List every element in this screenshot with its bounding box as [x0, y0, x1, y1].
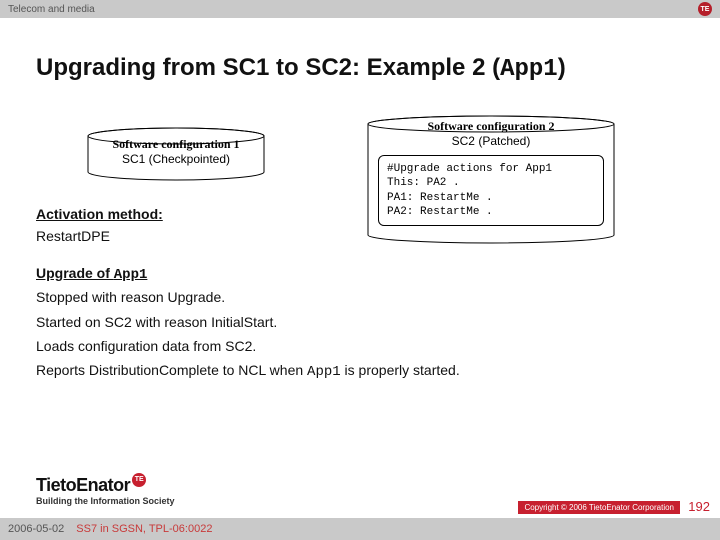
title-prefix: Upgrading from SC1 to SC2: Example 2 ( — [36, 54, 500, 81]
cyl2-heading: Software configuration 2 — [366, 119, 616, 134]
l4-app: App1 — [307, 364, 341, 380]
body-text-2: Upgrade of App1 Stopped with reason Upgr… — [36, 262, 684, 384]
brand-badge-icon: TE — [698, 2, 712, 16]
cylinder-sc1: Software configuration 1 SC1 (Checkpoint… — [86, 127, 266, 181]
diagrams-area: Software configuration 1 SC1 (Checkpoint… — [36, 109, 684, 259]
top-bar: Telecom and media TE — [0, 0, 720, 18]
bottom-bar: 2006-05-02 SS7 in SGSN, TPL-06:0022 — [0, 518, 720, 540]
copyright-badge: Copyright © 2006 TietoEnator Corporation — [518, 501, 680, 514]
cyl2-label: Software configuration 2 SC2 (Patched) — [366, 119, 616, 149]
page-number: 192 — [688, 499, 710, 514]
title-suffix: ) — [558, 54, 566, 81]
cyl1-heading: Software configuration 1 — [86, 137, 266, 152]
brand-dot-icon: TE — [132, 473, 146, 487]
l4-post: is properly started. — [341, 362, 460, 378]
slide-content: Upgrading from SC1 to SC2: Example 2 (Ap… — [0, 18, 720, 384]
brand-tagline: Building the Information Society — [36, 496, 175, 506]
line-3: Loads configuration data from SC2. — [36, 335, 684, 357]
line-2: Started on SC2 with reason InitialStart. — [36, 311, 684, 333]
brand-name: TietoEnator — [36, 475, 130, 496]
upgrade-h-app: App1 — [114, 267, 148, 283]
cyl1-label: Software configuration 1 SC1 (Checkpoint… — [86, 137, 266, 167]
upgrade-heading: Upgrade of App1 — [36, 262, 684, 286]
cylinder-sc2: Software configuration 2 SC2 (Patched) #… — [366, 115, 616, 245]
brand-footer: TietoEnator TE Building the Information … — [36, 475, 175, 506]
line-1: Stopped with reason Upgrade. — [36, 286, 684, 308]
category-label: Telecom and media — [8, 4, 95, 15]
page-title: Upgrading from SC1 to SC2: Example 2 (Ap… — [36, 54, 684, 83]
upgrade-actions-code: #Upgrade actions for App1 This: PA2 . PA… — [378, 155, 604, 226]
line-4: Reports DistributionComplete to NCL when… — [36, 359, 684, 383]
title-app: App1 — [500, 56, 558, 83]
footer-date: 2006-05-02 — [8, 523, 64, 535]
cyl2-sub: SC2 (Patched) — [366, 134, 616, 149]
cyl1-sub: SC1 (Checkpointed) — [86, 152, 266, 167]
footer-doc: SS7 in SGSN, TPL-06:0022 — [76, 523, 212, 535]
upgrade-h-pre: Upgrade of — [36, 265, 114, 281]
l4-pre: Reports DistributionComplete to NCL when — [36, 362, 307, 378]
